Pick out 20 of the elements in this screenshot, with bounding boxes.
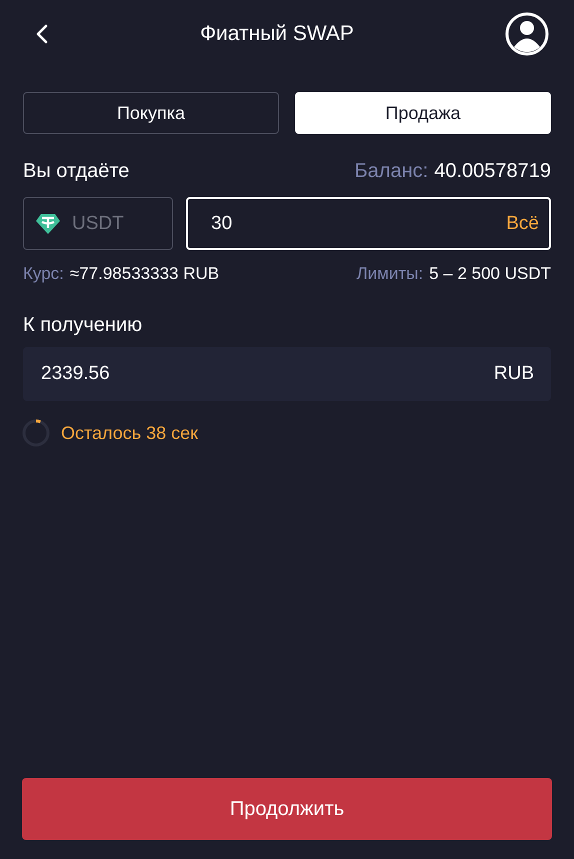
- tether-icon: [36, 212, 60, 234]
- section-label: Вы отдаёте: [23, 160, 130, 183]
- timer-text: Осталось 38 сек: [61, 422, 198, 444]
- limits-label: Лимиты:: [356, 264, 424, 284]
- continue-button[interactable]: Продолжить: [22, 778, 552, 840]
- page-title: Фиатный SWAP: [200, 22, 354, 46]
- all-button[interactable]: Всё: [506, 212, 539, 234]
- amount-field[interactable]: 30 Всё: [186, 197, 551, 250]
- profile-icon[interactable]: [504, 12, 549, 56]
- section-label: К получению: [23, 314, 144, 337]
- receive-field: 2339.56 RUB: [23, 347, 551, 401]
- back-icon[interactable]: [35, 23, 49, 45]
- rate-label: Курс:: [23, 264, 64, 284]
- balance-label: Баланс:: [354, 160, 428, 183]
- mode-tab[interactable]: Покупка: [23, 92, 279, 134]
- mode-tab[interactable]: Продажа: [295, 92, 551, 134]
- balance-value: 40.00578719: [434, 160, 551, 183]
- countdown-ring: [21, 418, 51, 448]
- limits-value: 5 – 2 500 USDT: [429, 264, 551, 284]
- rate-value: ≈77.98533333 RUB: [70, 264, 220, 284]
